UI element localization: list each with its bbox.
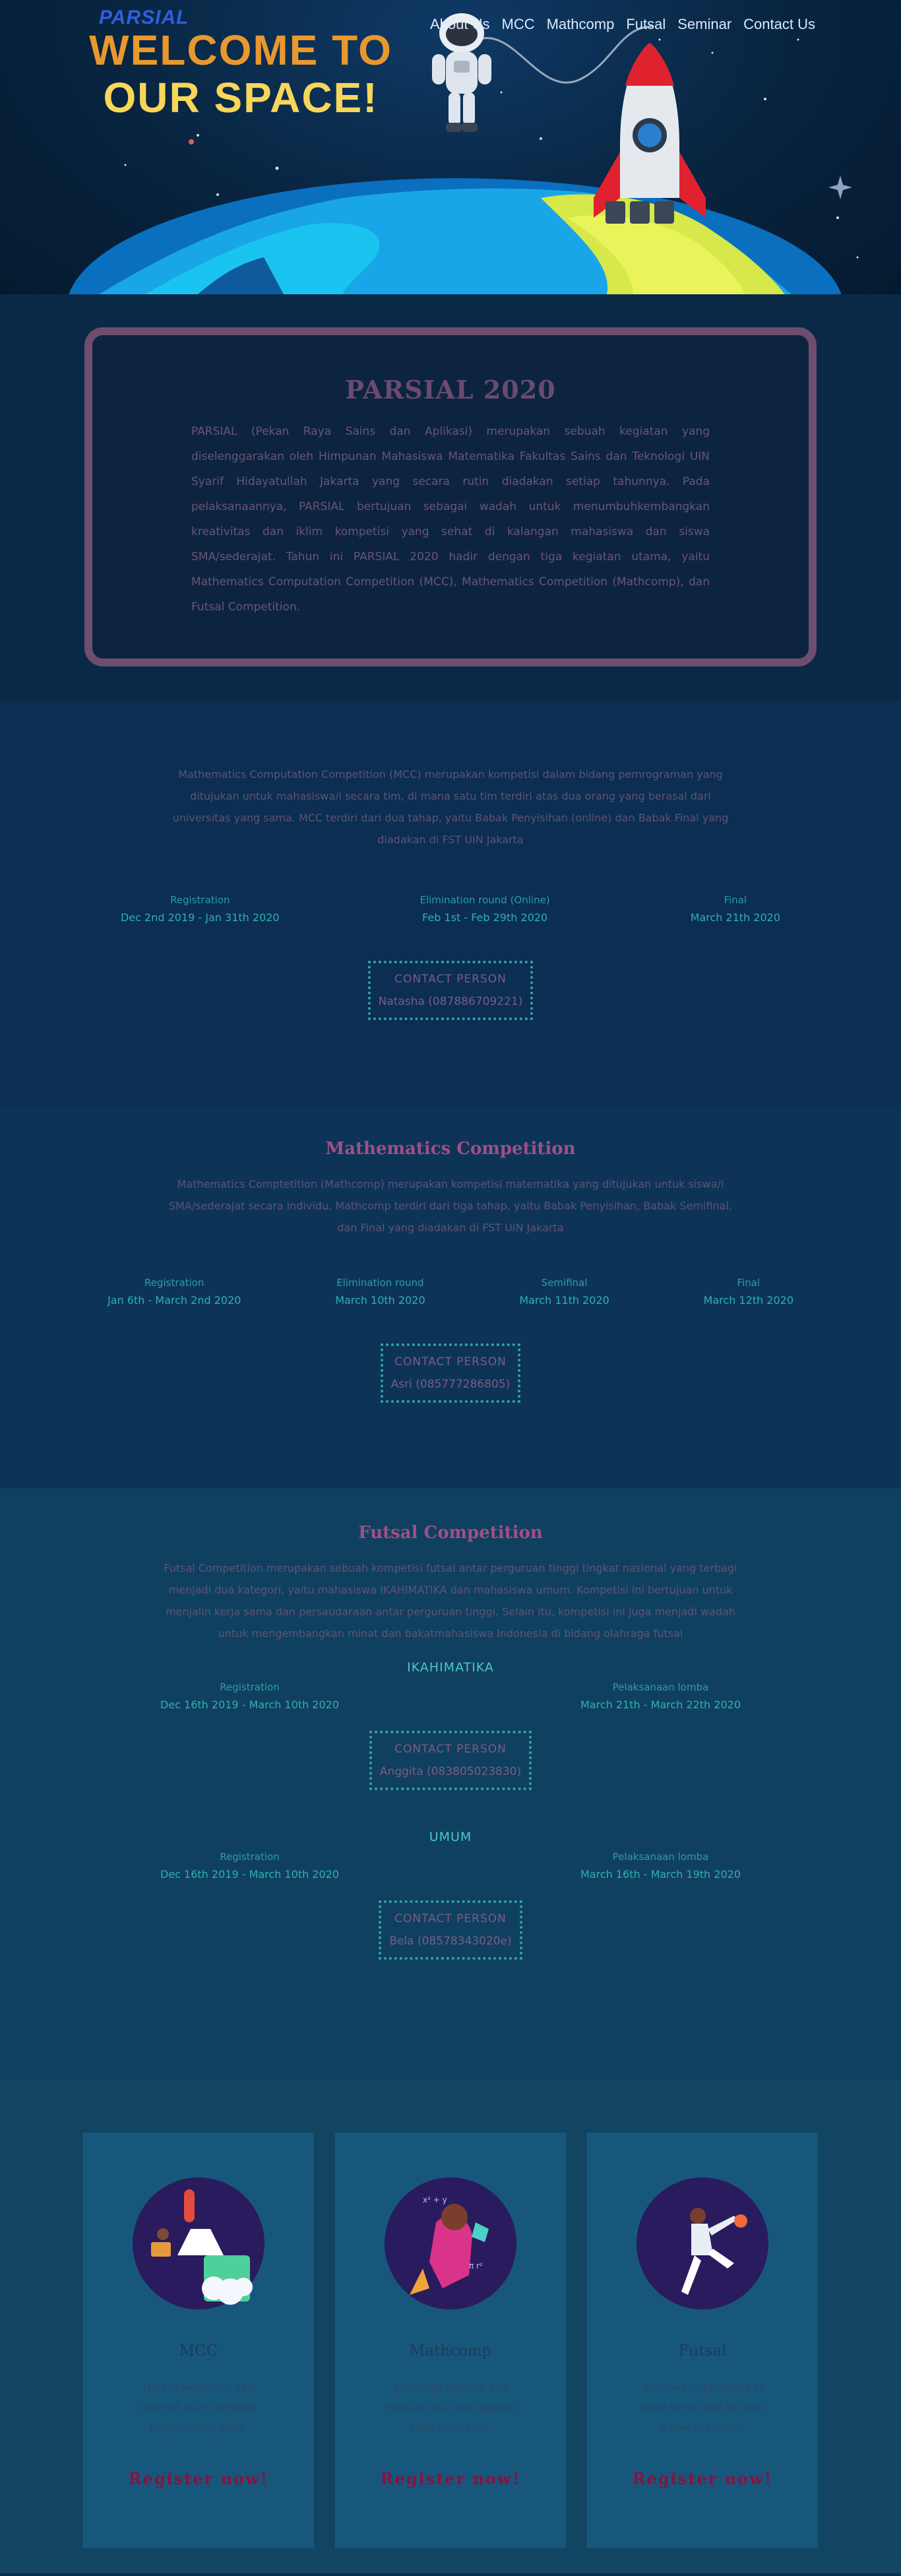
nav-link-futsal[interactable]: Futsal — [626, 16, 666, 33]
card-text: Challenge yourself and measure your skil… — [385, 2382, 516, 2433]
nav-link-mcc[interactable]: MCC — [502, 16, 535, 33]
futsal-player-illustration — [637, 2177, 768, 2328]
timeline-value: Dec 16th 2019 - March 10th 2020 — [160, 1698, 340, 1711]
svg-text:π r²: π r² — [469, 2261, 483, 2270]
timeline-value: March 21th - March 22th 2020 — [580, 1698, 741, 1711]
futsal-category-umum: UMUM — [429, 1830, 472, 1844]
mcc-contact-person: CONTACT PERSON Natasha (087886709221) — [367, 961, 534, 1020]
timeline-label: Final — [737, 1277, 761, 1289]
hero-section: PARSIAL WELCOME TO OUR SPACE! About Us M… — [0, 0, 901, 294]
card-mathcomp: x² + y π r² Mathcomp Challenge yourself … — [335, 2133, 566, 2548]
timeline-item: Final March 21th 2020 — [691, 894, 780, 924]
mathcomp-description: Mathematics Comptetition (Mathcomp) meru… — [168, 1178, 733, 1234]
nav-link-contact-us[interactable]: Contact Us — [743, 16, 815, 33]
timeline-label: Semifinal — [541, 1277, 588, 1289]
timeline-label: Elimination round — [336, 1277, 424, 1289]
contact-title: CONTACT PERSON — [394, 1743, 507, 1756]
contact-value: Asri (085777286805) — [390, 1378, 511, 1391]
about-text: PARSIAL (Pekan Raya Sains dan Aplikasi) … — [191, 425, 710, 614]
futsal-ikahimatika-contact-person: CONTACT PERSON Anggita (083805023830) — [369, 1731, 532, 1790]
svg-text:x² + y: x² + y — [423, 2195, 447, 2205]
mathcomp-section: Mathematics Competition Mathematics Comp… — [0, 1106, 901, 1489]
card-text: You have to be united in order to win an… — [640, 2382, 765, 2433]
card-title: MCC — [179, 2342, 218, 2360]
contact-title: CONTACT PERSON — [394, 1355, 507, 1368]
timeline-item: Semifinal March 11th 2020 — [519, 1277, 609, 1306]
timeline-value: March 11th 2020 — [519, 1294, 609, 1306]
hero-title-line1: WELCOME TO — [89, 26, 392, 74]
register-futsal-button[interactable]: Register now! — [633, 2469, 773, 2488]
contact-value: Natasha (087886709221) — [378, 995, 523, 1008]
timeline-item: Elimination round March 10th 2020 — [335, 1277, 425, 1306]
hero-title-line2: OUR SPACE! — [103, 74, 379, 121]
contact-value: Bela (08578343020e) — [389, 1935, 512, 1948]
mcc-description: Mathematics Computation Competition (MCC… — [172, 768, 729, 846]
timeline-value: March 21th 2020 — [690, 911, 780, 924]
timeline-item: Registration Dec 16th 2019 - March 10th … — [160, 1851, 339, 1881]
timeline-label: Elimination round (Online) — [419, 894, 550, 906]
timeline-value: March 12th 2020 — [703, 1294, 793, 1306]
mcc-section: Mathematics Computation Competition (MCC… — [0, 701, 901, 1106]
timeline-item: Registration Dec 16th 2019 - March 10th … — [160, 1681, 339, 1711]
timeline-label: Final — [724, 894, 747, 906]
futsal-ikahimatika-timeline: Registration Dec 16th 2019 - March 10th … — [160, 1681, 741, 1711]
mathcomp-title: Mathematics Competition — [325, 1139, 576, 1159]
timeline-item: Elimination round (Online) Feb 1st - Feb… — [419, 894, 549, 924]
timeline-label: Registration — [220, 1681, 280, 1693]
timeline-value: Jan 6th - March 2nd 2020 — [108, 1294, 241, 1306]
futsal-umum-contact-person: CONTACT PERSON Bela (08578343020e) — [379, 1900, 522, 1960]
nav-link-mathcomp[interactable]: Mathcomp — [547, 16, 615, 33]
register-mathcomp-button[interactable]: Register now! — [381, 2469, 521, 2488]
main-nav: About Us MCC Mathcomp Futsal Seminar Con… — [430, 16, 815, 33]
contact-title: CONTACT PERSON — [394, 1912, 507, 1925]
card-title: Mathcomp — [409, 2342, 492, 2360]
card-title: Futsal — [678, 2342, 727, 2360]
card-mcc: MCC Here is where you can show off your … — [83, 2133, 314, 2548]
mcc-timeline: Registration Dec 2nd 2019 - Jan 31th 202… — [121, 894, 780, 924]
card-futsal: Futsal You have to be united in order to… — [587, 2133, 818, 2548]
about-title: PARSIAL 2020 — [345, 375, 556, 404]
about-section: PARSIAL 2020 PARSIAL (Pekan Raya Sains d… — [0, 294, 901, 701]
timeline-label: Registration — [144, 1277, 204, 1289]
about-box: PARSIAL 2020 PARSIAL (Pekan Raya Sains d… — [84, 327, 817, 666]
timeline-value: Dec 16th 2019 - March 10th 2020 — [160, 1868, 340, 1881]
futsal-title: Futsal Competition — [358, 1523, 543, 1543]
timeline-item: Pelaksanaan lomba March 16th - March 19t… — [580, 1851, 741, 1881]
mathcomp-timeline: Registration Jan 6th - March 2nd 2020 El… — [108, 1277, 793, 1306]
hero-title: WELCOME TO OUR SPACE! — [86, 26, 396, 121]
timeline-item: Registration Jan 6th - March 2nd 2020 — [108, 1277, 241, 1306]
register-cards-section: MCC Here is where you can show off your … — [0, 2080, 901, 2573]
programmer-illustration — [133, 2177, 264, 2328]
card-text: Here is where you can show off your comp… — [139, 2382, 258, 2433]
site-logo[interactable]: PARSIAL — [99, 7, 189, 29]
futsal-umum-timeline: Registration Dec 16th 2019 - March 10th … — [160, 1851, 741, 1881]
timeline-label: Registration — [170, 894, 230, 906]
timeline-value: Feb 1st - Feb 29th 2020 — [422, 911, 548, 924]
register-mcc-button[interactable]: Register now! — [129, 2469, 269, 2488]
planet — [69, 178, 842, 294]
timeline-label: Registration — [220, 1851, 280, 1863]
timeline-label: Pelaksanaan lomba — [612, 1851, 709, 1863]
futsal-description: Futsal Competition merupakan sebuah komp… — [164, 1562, 737, 1640]
nav-link-about-us[interactable]: About Us — [430, 16, 490, 33]
timeline-label: Pelaksanaan lomba — [612, 1681, 709, 1693]
timeline-item: Final March 12th 2020 — [704, 1277, 793, 1306]
timeline-value: Dec 2nd 2019 - Jan 31th 2020 — [121, 911, 280, 924]
nav-link-seminar[interactable]: Seminar — [677, 16, 731, 33]
timeline-value: March 16th - March 19th 2020 — [580, 1868, 741, 1881]
timeline-value: March 10th 2020 — [335, 1294, 425, 1306]
math-illustration: x² + y π r² — [385, 2177, 516, 2328]
mathcomp-contact-person: CONTACT PERSON Asri (085777286805) — [380, 1343, 521, 1403]
timeline-item: Pelaksanaan lomba March 21th - March 22t… — [580, 1681, 741, 1711]
rocket — [594, 43, 706, 224]
futsal-section: Futsal Competition Futsal Competition me… — [0, 1489, 901, 2080]
contact-value: Anggita (083805023830) — [379, 1765, 522, 1778]
timeline-item: Registration Dec 2nd 2019 - Jan 31th 202… — [121, 894, 280, 924]
futsal-category-ikahimatika: IKAHIMATIKA — [407, 1660, 494, 1675]
contact-title: CONTACT PERSON — [394, 973, 507, 986]
